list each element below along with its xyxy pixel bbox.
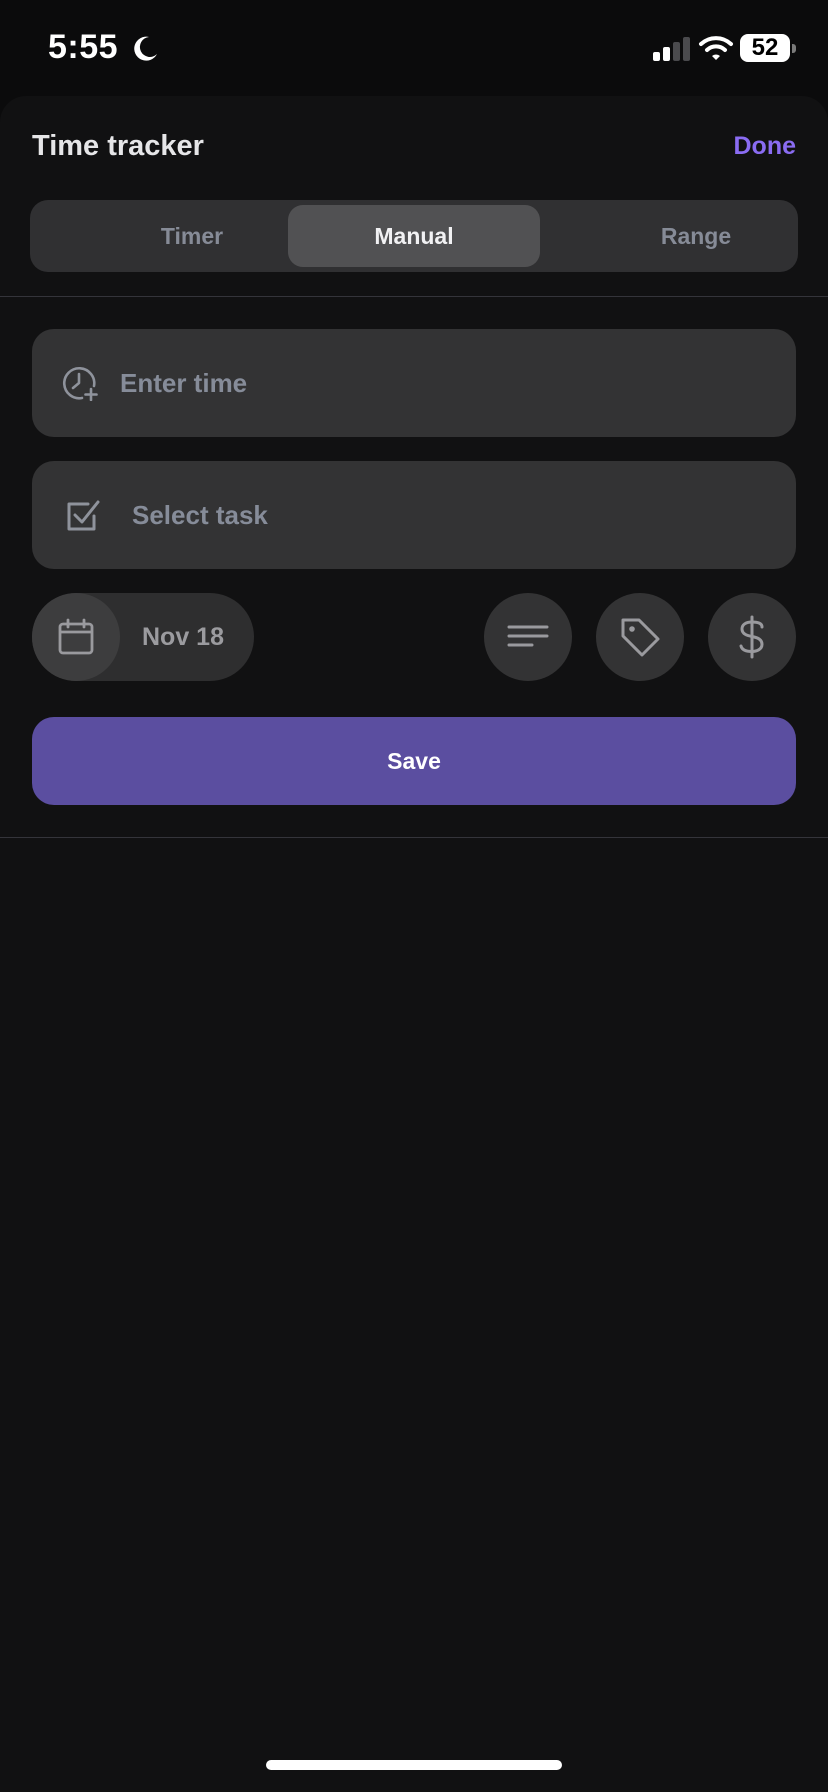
select-task-placeholder: Select task — [132, 500, 268, 530]
clock-plus-icon — [62, 366, 98, 401]
tab-range[interactable]: Range — [570, 205, 822, 267]
divider — [0, 296, 828, 297]
description-icon — [507, 625, 549, 647]
enter-time-placeholder: Enter time — [120, 368, 248, 398]
tab-manual[interactable]: Manual — [288, 205, 540, 267]
wifi-icon — [699, 36, 733, 60]
tag-button[interactable] — [596, 593, 684, 681]
screen: 5:55 52 Time tracker Done Timer Manual R… — [0, 0, 828, 1792]
mode-segmented-control: Timer Manual Range — [30, 200, 798, 272]
billable-button[interactable] — [708, 593, 796, 681]
home-indicator[interactable] — [266, 1760, 562, 1770]
divider — [0, 837, 828, 838]
calendar-icon — [58, 618, 94, 655]
time-tracker-sheet: Time tracker Done Timer Manual Range Ent… — [0, 96, 828, 1792]
done-button[interactable]: Done — [734, 132, 797, 161]
select-task-field[interactable]: Select task — [32, 461, 796, 569]
moon-icon — [134, 36, 157, 61]
status-time: 5:55 — [48, 28, 119, 66]
dollar-icon — [739, 615, 764, 659]
checkbox-icon — [67, 500, 100, 531]
date-label: Nov 18 — [142, 623, 224, 651]
signal-icon — [653, 37, 690, 61]
tab-timer[interactable]: Timer — [66, 205, 318, 267]
tag-icon — [621, 618, 660, 657]
battery-tip — [792, 44, 796, 53]
battery-icon: 52 — [740, 34, 790, 62]
description-button[interactable] — [484, 593, 572, 681]
calendar-icon-wrap — [32, 593, 120, 681]
sheet-title: Time tracker — [32, 130, 204, 162]
date-selector[interactable]: Nov 18 — [32, 593, 254, 681]
save-button[interactable]: Save — [32, 717, 796, 805]
status-bar: 5:55 52 — [0, 0, 828, 96]
enter-time-field[interactable]: Enter time — [32, 329, 796, 437]
